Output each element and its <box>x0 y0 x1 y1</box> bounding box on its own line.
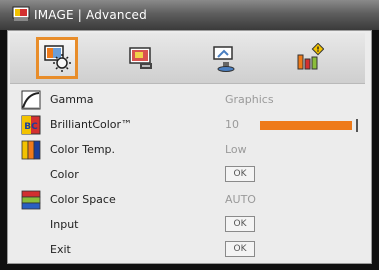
menu-item-exit[interactable]: Exit OK <box>10 239 365 261</box>
exit-label: Exit <box>50 243 71 256</box>
tab-bar <box>10 33 365 84</box>
slider-fill <box>260 121 353 130</box>
page-title: IMAGE | Advanced <box>34 8 147 22</box>
menu-item-color-space[interactable]: Color Space AUTO <box>10 189 365 211</box>
color-ok-button[interactable]: OK <box>225 166 255 182</box>
brilliantcolor-value: 10 <box>225 118 239 131</box>
exit-ok-button[interactable]: OK <box>225 241 255 257</box>
menu-item-input[interactable]: Input OK <box>10 214 365 236</box>
image-settings-icon <box>44 45 71 72</box>
options-info-icon <box>297 43 324 70</box>
color-space-icon <box>21 190 41 210</box>
menu-item-color[interactable]: Color OK <box>10 164 365 186</box>
menu-item-gamma[interactable]: Gamma Graphics <box>10 89 365 111</box>
tab-image[interactable] <box>36 37 78 79</box>
title-bar: IMAGE | Advanced <box>0 0 379 30</box>
gamma-value: Graphics <box>225 93 274 106</box>
color-temp-icon <box>21 140 41 160</box>
input-ok-button[interactable]: OK <box>225 216 255 232</box>
menu-item-color-temp[interactable]: Color Temp. Low <box>10 139 365 161</box>
color-space-label: Color Space <box>50 193 116 206</box>
tab-options[interactable] <box>288 37 330 79</box>
brilliantcolor-label: BrilliantColor™ <box>50 118 133 131</box>
color-temp-value: Low <box>225 143 247 156</box>
image-menu-icon <box>12 6 30 21</box>
color-label: Color <box>50 168 79 181</box>
osd-menu: IMAGE | Advanced Gamma Graphics BC Brill… <box>0 0 379 270</box>
menu-item-brilliantcolor[interactable]: BC BrilliantColor™ 10 <box>10 114 365 136</box>
brilliantcolor-slider[interactable] <box>260 119 358 132</box>
color-space-value: AUTO <box>225 193 256 206</box>
gamma-icon <box>21 90 41 110</box>
input-label: Input <box>50 218 79 231</box>
tab-setup[interactable] <box>204 37 246 79</box>
slider-end-marker <box>356 119 358 132</box>
setup-settings-icon <box>213 46 235 72</box>
brilliantcolor-icon: BC <box>21 115 41 135</box>
color-temp-label: Color Temp. <box>50 143 116 156</box>
tab-display[interactable] <box>120 37 162 79</box>
display-settings-icon <box>129 47 152 69</box>
gamma-label: Gamma <box>50 93 94 106</box>
svg-text:BC: BC <box>24 122 38 132</box>
